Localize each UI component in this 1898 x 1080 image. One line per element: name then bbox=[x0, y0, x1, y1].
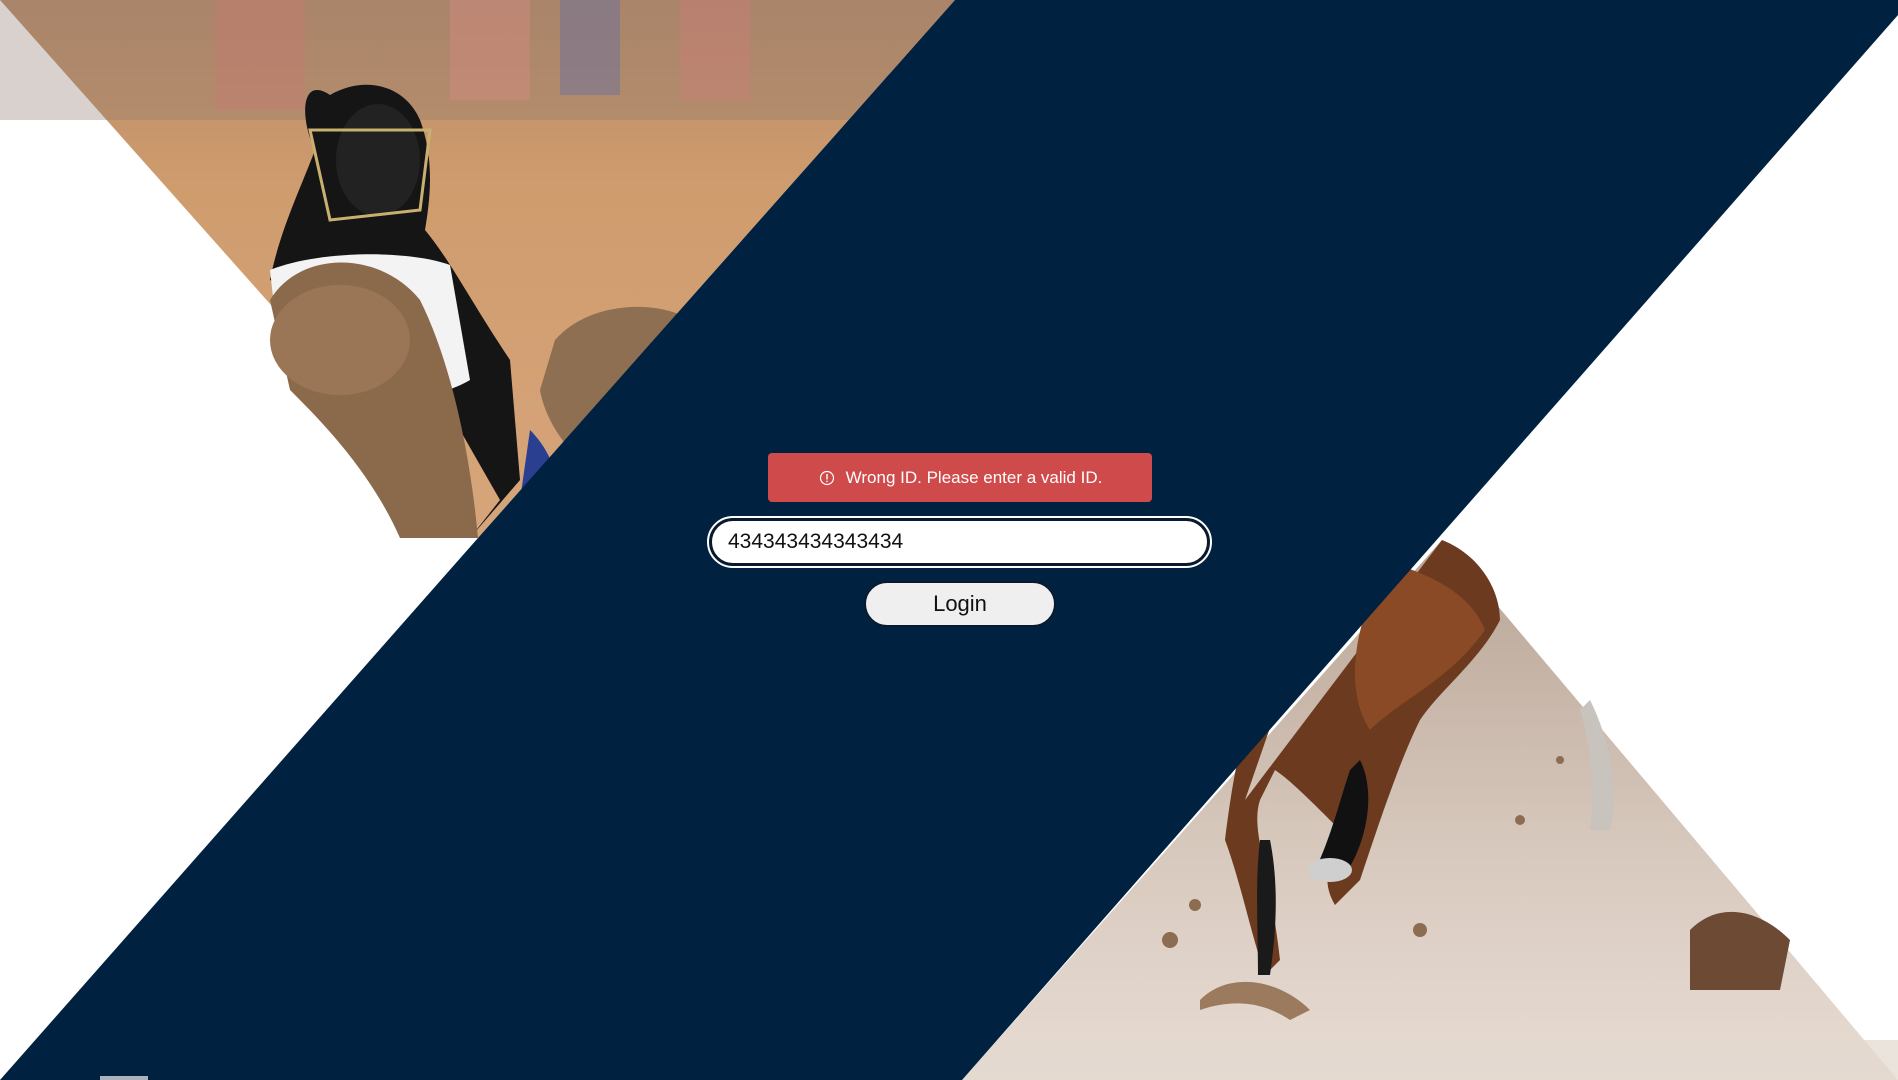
error-message: Wrong ID. Please enter a valid ID. bbox=[845, 467, 1103, 487]
login-button[interactable]: Login bbox=[864, 581, 1056, 627]
login-form: Wrong ID. Please enter a valid ID. Login bbox=[0, 0, 1898, 1080]
scrollbar-thumb[interactable] bbox=[100, 1076, 148, 1080]
id-input[interactable] bbox=[707, 516, 1212, 568]
login-page: Wrong ID. Please enter a valid ID. Login bbox=[0, 0, 1898, 1080]
info-circle-icon bbox=[818, 469, 836, 487]
error-alert: Wrong ID. Please enter a valid ID. bbox=[768, 453, 1152, 502]
